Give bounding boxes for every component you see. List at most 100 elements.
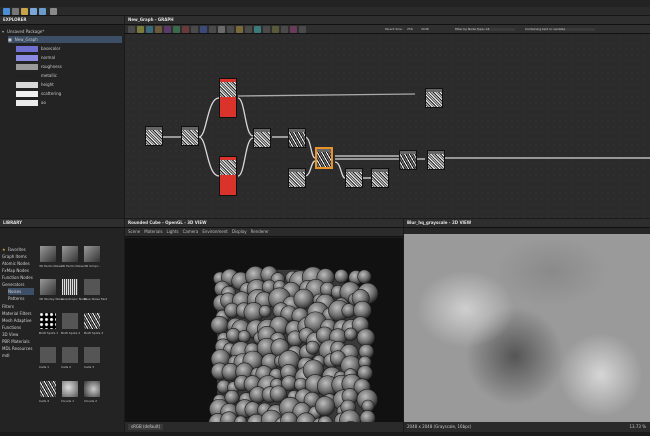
- node-thumbnail: [146, 130, 162, 145]
- 3d-view-panel[interactable]: Rounded Cube - OpenGL - 3D VIEW Scene Ma…: [125, 219, 403, 436]
- menu-materials[interactable]: Materials: [144, 230, 162, 234]
- output-row[interactable]: scattering: [16, 90, 61, 97]
- menu-renderer[interactable]: Renderer: [251, 230, 269, 234]
- graph-node[interactable]: [425, 88, 443, 108]
- surface-bumps: [207, 265, 379, 436]
- connection-wire: [198, 136, 220, 177]
- graph-node[interactable]: [371, 168, 389, 188]
- graph-node[interactable]: [181, 126, 199, 146]
- category-label: Patterns: [8, 295, 25, 301]
- graph-node[interactable]: [145, 126, 163, 146]
- node-thumbnail: [220, 160, 236, 175]
- new-icon[interactable]: [3, 8, 10, 15]
- output-row[interactable]: basecolor: [16, 45, 60, 52]
- library-category[interactable]: PBR Materials: [2, 338, 30, 345]
- library-category[interactable]: MDL Resources: [2, 345, 32, 352]
- library-thumb[interactable]: [84, 246, 100, 262]
- library-category[interactable]: Noises: [8, 288, 34, 295]
- library-thumb[interactable]: [84, 347, 100, 363]
- graph-node-red[interactable]: [219, 78, 237, 118]
- colorspace-dropdown[interactable]: sRGB (default): [128, 424, 164, 430]
- library-category[interactable]: Material Filters: [2, 310, 32, 317]
- graph-node[interactable]: [288, 128, 306, 148]
- library-thumb[interactable]: [62, 313, 78, 329]
- thumb-label: Cells 2: [61, 365, 72, 369]
- category-label: MDL Resources: [2, 345, 33, 351]
- graph-node[interactable]: [253, 128, 271, 148]
- library-thumb[interactable]: [84, 381, 100, 397]
- library-category[interactable]: Generators: [2, 281, 24, 288]
- graph-node[interactable]: [288, 168, 306, 188]
- 2d-viewport[interactable]: [404, 234, 650, 422]
- output-label: metallic: [41, 72, 57, 78]
- library-thumb[interactable]: [40, 313, 56, 329]
- library-category[interactable]: Patterns: [8, 295, 24, 302]
- library-category[interactable]: 3D View: [2, 331, 18, 338]
- connection-wire: [237, 97, 254, 137]
- save-all-icon[interactable]: [39, 8, 46, 15]
- library-category[interactable]: Graph Items: [2, 253, 27, 260]
- connection-wire: [198, 97, 220, 138]
- library-category[interactable]: Function Nodes: [2, 274, 33, 281]
- graph-node[interactable]: [399, 150, 417, 170]
- connection-wire: [237, 93, 416, 97]
- output-row[interactable]: height: [16, 81, 54, 88]
- category-label: Graph Items: [2, 253, 27, 259]
- thumb-label: Blue Noise Fast: [84, 297, 107, 301]
- package-label: Unsaved Package*: [7, 28, 45, 34]
- graph-node[interactable]: [345, 168, 363, 188]
- library-thumb[interactable]: [84, 279, 100, 295]
- library-thumb[interactable]: [62, 279, 78, 295]
- output-row[interactable]: roughness: [16, 63, 62, 70]
- graph-panel[interactable]: New_Graph - GRAPH Parent Size: 256 2048 …: [125, 16, 650, 218]
- library-thumb[interactable]: [62, 246, 78, 262]
- output-row[interactable]: metallic: [16, 72, 57, 79]
- library-thumb[interactable]: [62, 347, 78, 363]
- graph-node-selected[interactable]: [315, 147, 333, 169]
- 2d-view-panel[interactable]: Blur_hq_grayscale - 2D VIEW 2048 x 2048 …: [404, 219, 650, 432]
- node-thumbnail: [220, 82, 236, 97]
- menu-camera[interactable]: Camera: [183, 230, 199, 234]
- explorer-title-bar: EXPLORER: [0, 16, 124, 25]
- surface-bump: [258, 305, 272, 318]
- library-category[interactable]: Filters: [2, 303, 14, 310]
- library-thumb[interactable]: [84, 313, 100, 329]
- library-thumb[interactable]: [40, 381, 56, 397]
- library-panel: LIBRARY ★ Favorites Graph Items Atomic No…: [0, 219, 124, 432]
- library-category[interactable]: Mesh Adaptive: [2, 317, 32, 324]
- output-row[interactable]: normal: [16, 54, 55, 61]
- explorer-title: EXPLORER: [3, 17, 27, 22]
- thumb-label: Clouds 1: [61, 399, 74, 403]
- graph-node-red[interactable]: [219, 156, 237, 196]
- library-thumb[interactable]: [62, 381, 78, 397]
- library-thumb[interactable]: [40, 347, 56, 363]
- graph-item[interactable]: ■ New_Graph: [8, 36, 122, 43]
- package-item[interactable]: ▾ Unsaved Package*: [2, 28, 44, 35]
- thumb-label: Cells 4: [39, 399, 50, 403]
- library-thumb[interactable]: [40, 246, 56, 262]
- save-icon[interactable]: [30, 8, 37, 15]
- output-row[interactable]: ao: [16, 99, 46, 106]
- output-swatch: [16, 72, 38, 79]
- library-category[interactable]: mdl: [2, 352, 10, 359]
- menu-environment[interactable]: Environment: [202, 230, 228, 234]
- expand-arrow-icon[interactable]: ▾: [2, 29, 4, 34]
- zoom-level[interactable]: 13.73 %: [629, 425, 646, 429]
- 2d-view-title: Blur_hq_grayscale - 2D VIEW: [407, 220, 472, 225]
- library-category[interactable]: ★ Favorites: [2, 246, 26, 253]
- library-category[interactable]: FxMap Nodes: [2, 267, 29, 274]
- menu-display[interactable]: Display: [232, 230, 247, 234]
- new-graph-icon[interactable]: [12, 8, 19, 15]
- surface-bump: [357, 269, 372, 284]
- 3d-viewport[interactable]: [125, 238, 403, 436]
- menu-scene[interactable]: Scene: [128, 230, 140, 234]
- library-category[interactable]: Functions: [2, 324, 21, 331]
- graph-node[interactable]: [427, 150, 445, 170]
- node-thumbnail: [346, 172, 362, 187]
- menu-lights[interactable]: Lights: [167, 230, 179, 234]
- library-thumb[interactable]: [40, 279, 56, 295]
- undo-icon[interactable]: [50, 8, 57, 15]
- category-label: Functions: [2, 324, 22, 330]
- library-category[interactable]: Atomic Nodes: [2, 260, 30, 267]
- open-folder-icon[interactable]: [21, 8, 28, 15]
